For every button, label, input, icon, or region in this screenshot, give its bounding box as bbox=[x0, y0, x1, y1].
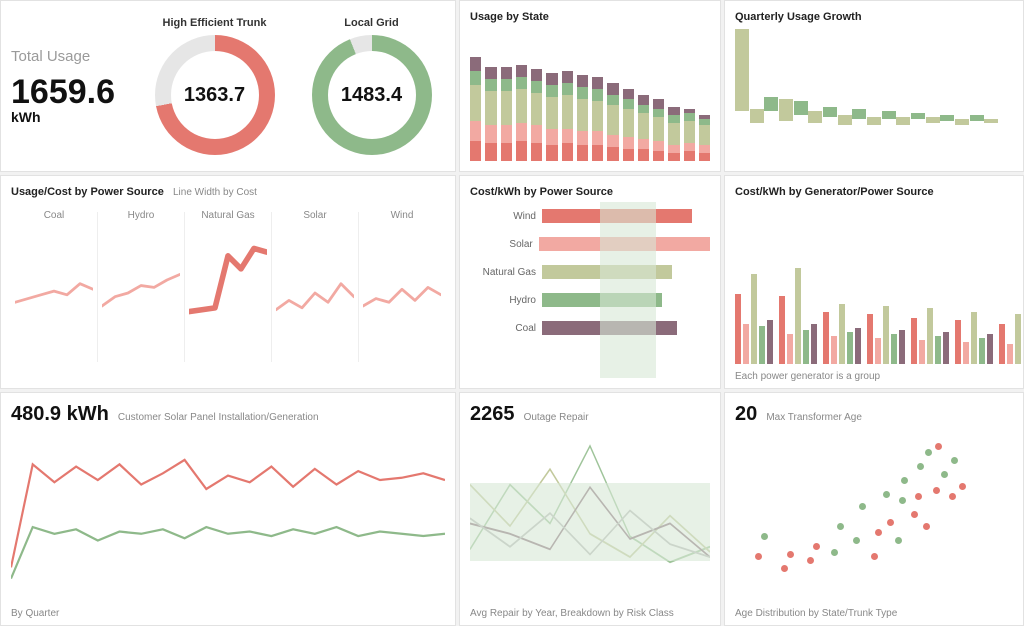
headline-value: 2265 bbox=[470, 403, 515, 426]
panel-total-usage: Total Usage 1659.6 kWh High Efficient Tr… bbox=[0, 0, 456, 172]
small-multiples-row: Coal Hydro Natural Gas Solar Wind bbox=[11, 212, 445, 362]
headline-value: 480.9 kWh bbox=[11, 403, 109, 426]
panel-subtitle: Max Transformer Age bbox=[766, 412, 862, 423]
total-usage-unit: kWh bbox=[11, 109, 131, 125]
panel-subtitle: Outage Repair bbox=[524, 412, 589, 423]
gauge-title: Local Grid bbox=[298, 17, 445, 29]
panel-outage-repair: 2265 Outage Repair Avg Repair by Year, B… bbox=[459, 392, 721, 626]
headline-value: 20 bbox=[735, 403, 757, 426]
panel-usage-by-state: Usage by State bbox=[459, 0, 721, 172]
gauge-high-efficient-trunk: High Efficient Trunk 1363.7 bbox=[141, 17, 288, 155]
panel-footer: Age Distribution by State/Trunk Type bbox=[735, 608, 897, 619]
panel-title: Usage by State bbox=[470, 11, 710, 23]
scatter-chart bbox=[735, 433, 1013, 601]
panel-cost-kwh: Cost/kWh by Power Source WindSolarNatura… bbox=[459, 175, 721, 389]
panel-transformer-age: 20 Max Transformer Age Age Distribution … bbox=[724, 392, 1024, 626]
title-text: Usage/Cost by Power Source bbox=[11, 186, 164, 198]
panel-title: Usage/Cost by Power Source Line Width by… bbox=[11, 186, 445, 198]
grouped-bar-chart bbox=[735, 204, 1013, 364]
panel-cost-kwh-generator: Cost/kWh by Generator/Power Source Each … bbox=[724, 175, 1024, 389]
panel-title: Cost/kWh by Power Source bbox=[470, 186, 710, 198]
hbar-rows: WindSolarNatural GasHydroCoal bbox=[470, 204, 710, 340]
gauge-local-grid: Local Grid 1483.4 bbox=[298, 17, 445, 155]
panel-footer: Avg Repair by Year, Breakdown by Risk Cl… bbox=[470, 608, 674, 619]
subtitle-text: Line Width by Cost bbox=[173, 187, 257, 198]
target-band bbox=[470, 483, 710, 560]
panel-usage-cost-lines: Usage/Cost by Power Source Line Width by… bbox=[0, 175, 456, 389]
panel-footer: By Quarter bbox=[11, 608, 59, 619]
gauge-icon: 1483.4 bbox=[312, 35, 432, 155]
panel-title: Quarterly Usage Growth bbox=[735, 11, 1013, 23]
total-usage-block: Total Usage 1659.6 kWh bbox=[11, 48, 131, 125]
panel-footer: Each power generator is a group bbox=[735, 371, 880, 382]
gauge-title: High Efficient Trunk bbox=[141, 17, 288, 29]
gauge-icon: 1363.7 bbox=[155, 35, 275, 155]
line-chart bbox=[470, 433, 710, 601]
panel-title: Cost/kWh by Generator/Power Source bbox=[735, 186, 1013, 198]
gauge-value: 1363.7 bbox=[155, 35, 275, 155]
line-chart bbox=[11, 433, 445, 601]
gauge-value: 1483.4 bbox=[312, 35, 432, 155]
total-usage-label: Total Usage bbox=[11, 48, 131, 65]
waterfall-chart bbox=[735, 29, 1013, 157]
dashboard: Total Usage 1659.6 kWh High Efficient Tr… bbox=[0, 0, 1024, 626]
panel-quarterly-growth: Quarterly Usage Growth bbox=[724, 0, 1024, 172]
stacked-bar-chart bbox=[470, 29, 710, 161]
total-usage-value: 1659.6 bbox=[11, 75, 131, 109]
highlight-band bbox=[600, 202, 656, 378]
panel-subtitle: Customer Solar Panel Installation/Genera… bbox=[118, 412, 319, 423]
panel-solar-panel: 480.9 kWh Customer Solar Panel Installat… bbox=[0, 392, 456, 626]
